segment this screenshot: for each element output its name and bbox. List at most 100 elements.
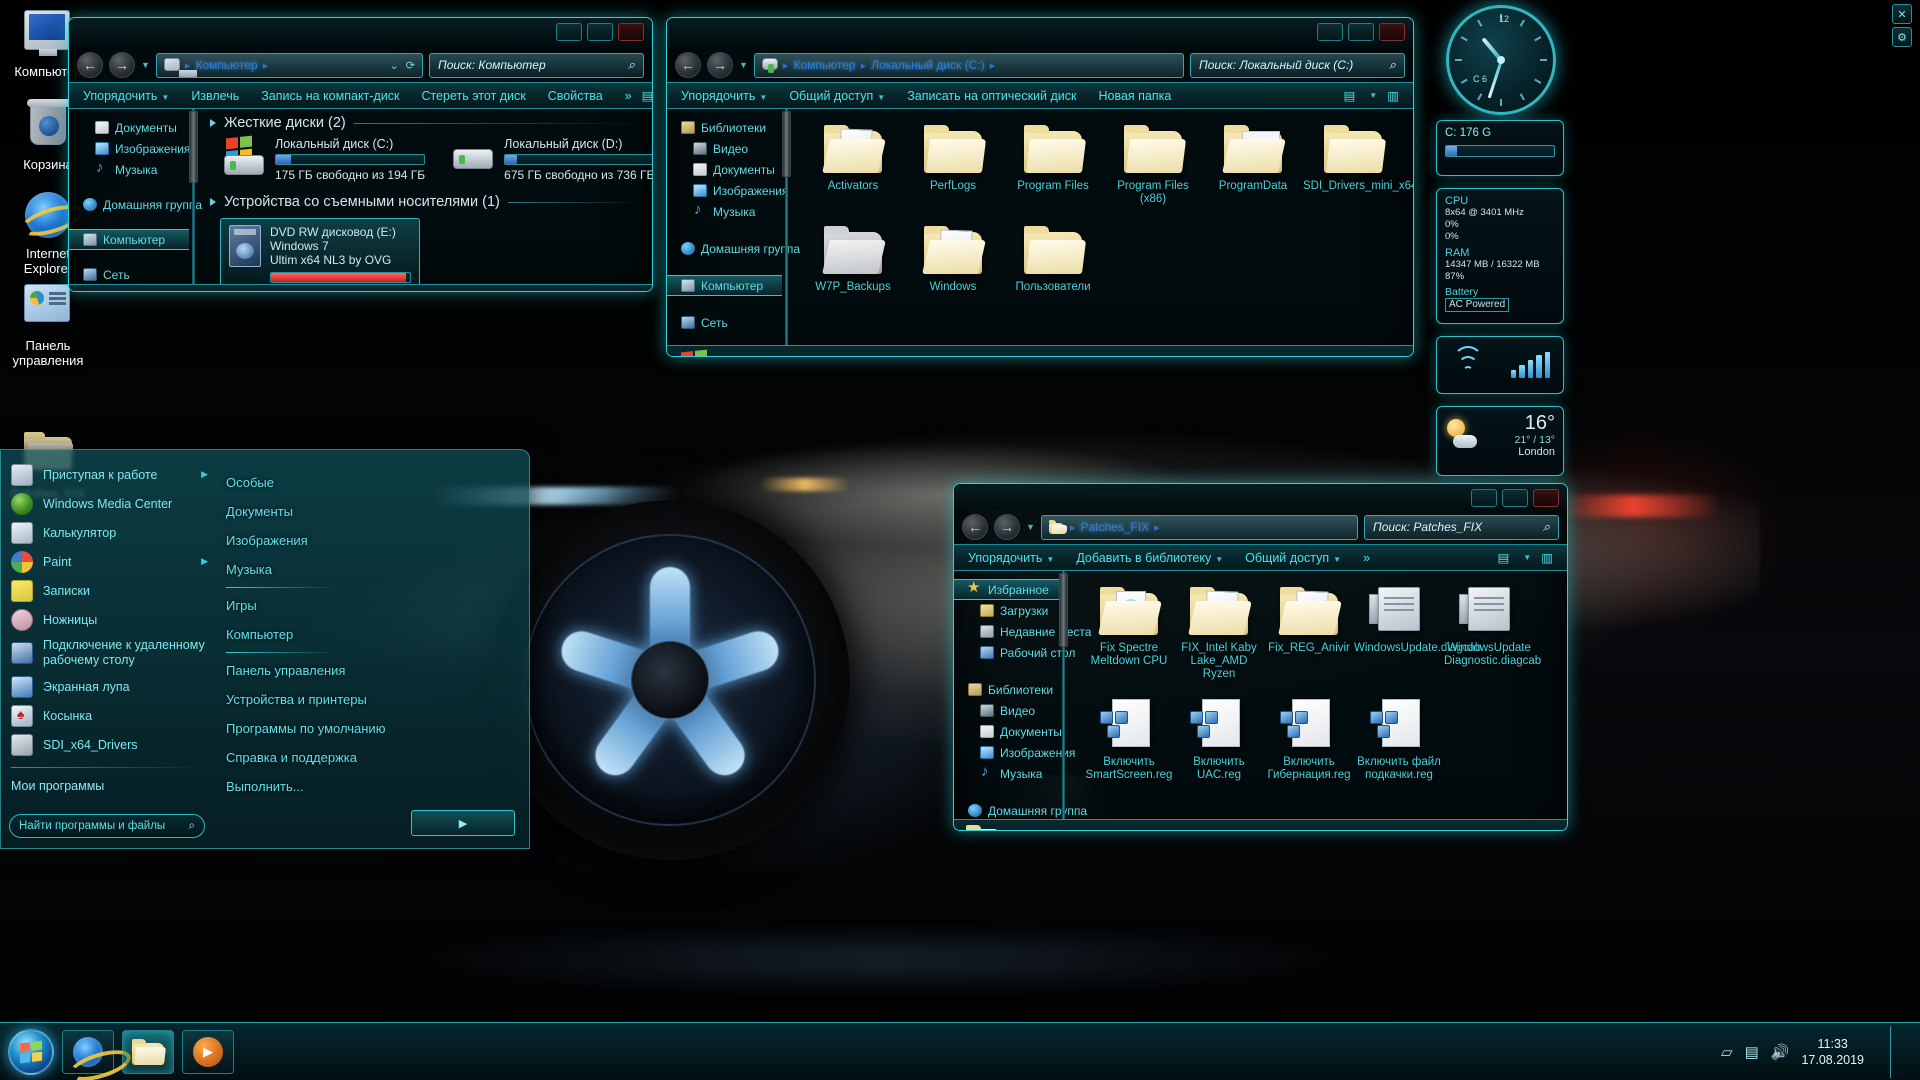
start-right-item-special[interactable]: Особые	[226, 468, 515, 497]
breadcrumb-root[interactable]: Patches_FIX	[1080, 520, 1149, 534]
nav-item-documents[interactable]: Документы	[69, 117, 189, 138]
maximize-button[interactable]	[587, 23, 613, 41]
window-local-disk[interactable]: ← → ▼ ▸ Компьютер ▸ Локальный диск (C:) …	[666, 17, 1414, 357]
toolbar-burn-disc[interactable]: Записать на оптический диск	[907, 89, 1076, 103]
nav-pane-scrollbar[interactable]	[1059, 571, 1068, 819]
start-right-item-control-panel[interactable]: Панель управления	[226, 656, 515, 685]
toolbar-share[interactable]: Общий доступ▼	[1245, 551, 1341, 565]
shutdown-button[interactable]: ▶	[411, 810, 515, 836]
nav-item-documents[interactable]: Документы	[954, 721, 1059, 742]
minimize-button[interactable]	[556, 23, 582, 41]
start-right-item-pictures[interactable]: Изображения	[226, 526, 515, 555]
address-bar-computer[interactable]: ▸ Компьютер ▸ ⌄ ⟳	[156, 53, 423, 78]
scrollbar-thumb[interactable]	[189, 111, 198, 183]
start-all-programs[interactable]: Мои программы	[1, 774, 216, 798]
start-right-item-devices-printers[interactable]: Устройства и принтеры	[226, 685, 515, 714]
sidebar-options-icon[interactable]: ⚙	[1892, 27, 1912, 47]
recent-pages-caret-icon[interactable]: ▼	[141, 60, 150, 70]
file-item[interactable]: W7P_Backups	[803, 220, 903, 294]
file-item[interactable]: WindowsUpdate.diagcab	[1354, 581, 1444, 681]
start-item-paint[interactable]: Paint▶	[1, 547, 216, 576]
titlebar-patches-fix[interactable]	[954, 484, 1567, 510]
view-mode-icon[interactable]: ▤	[1343, 88, 1355, 103]
nav-item-homegroup[interactable]: Домашняя группа	[954, 800, 1059, 821]
file-item[interactable]: Включить файл подкачки.reg	[1354, 695, 1444, 782]
back-button[interactable]: ←	[77, 52, 103, 78]
view-caret-icon[interactable]: ▼	[1523, 553, 1531, 562]
forward-button[interactable]: →	[994, 514, 1020, 540]
toolbar-organize[interactable]: Упорядочить▼	[968, 551, 1054, 565]
maximize-button[interactable]	[1348, 23, 1374, 41]
taskbar-button-explorer[interactable]	[122, 1030, 174, 1074]
sidebar-close-icon[interactable]: ✕	[1892, 4, 1912, 24]
recent-pages-caret-icon[interactable]: ▼	[739, 60, 748, 70]
forward-button[interactable]: →	[707, 52, 733, 78]
scrollbar-thumb[interactable]	[782, 111, 791, 177]
search-input-computer[interactable]: Поиск: Компьютер ⌕	[429, 53, 644, 78]
chevron-right-icon[interactable]: ▶	[201, 556, 208, 567]
titlebar-local-disk[interactable]	[667, 18, 1413, 48]
file-item[interactable]: Windows	[903, 220, 1003, 294]
file-item[interactable]: PerfLogs	[903, 119, 1003, 206]
drive-item-c[interactable]: Локальный диск (C:) 175 ГБ свободно из 1…	[222, 137, 425, 182]
toolbar-eject[interactable]: Извлечь	[191, 89, 239, 103]
chevron-right-icon[interactable]: ▶	[201, 469, 208, 480]
start-right-item-computer[interactable]: Компьютер	[226, 620, 515, 649]
toolbar-burn-cd[interactable]: Запись на компакт-диск	[261, 89, 399, 103]
address-bar-local-disk[interactable]: ▸ Компьютер ▸ Локальный диск (C:) ▸	[754, 53, 1184, 78]
nav-item-music[interactable]: Музыка	[667, 201, 782, 222]
taskbar-clock[interactable]: 11:33 17.08.2019	[1801, 1036, 1878, 1068]
start-item-calculator[interactable]: Калькулятор	[1, 518, 216, 547]
clock-gadget[interactable]: 12 C 6	[1446, 5, 1556, 115]
group-header-hard-disks[interactable]: Жесткие диски (2)	[198, 109, 652, 133]
nav-item-network[interactable]: Сеть	[667, 312, 782, 333]
nav-item-computer[interactable]: Компьютер	[69, 229, 189, 250]
file-item[interactable]: Пользователи	[1003, 220, 1103, 294]
scrollbar-thumb[interactable]	[1059, 573, 1068, 647]
start-item-solitaire[interactable]: Косынка	[1, 701, 216, 730]
start-orb-button[interactable]	[8, 1029, 54, 1075]
recent-pages-caret-icon[interactable]: ▼	[1026, 522, 1035, 532]
volume-icon[interactable]: 🔊	[1771, 1043, 1790, 1061]
nav-item-music[interactable]: Музыка	[954, 763, 1059, 784]
back-button[interactable]: ←	[962, 514, 988, 540]
breadcrumb-child[interactable]: Локальный диск (C:)	[871, 58, 985, 72]
nav-item-computer[interactable]: Компьютер	[667, 275, 782, 296]
nav-pane-scrollbar[interactable]	[782, 109, 791, 345]
start-item-sdi-drivers[interactable]: SDI_x64_Drivers	[1, 730, 216, 759]
nav-item-libraries[interactable]: Библиотеки	[667, 117, 782, 138]
chevron-right-icon[interactable]: ▶	[459, 817, 467, 830]
minimize-button[interactable]	[1317, 23, 1343, 41]
file-item[interactable]: Program Files	[1003, 119, 1103, 206]
close-button[interactable]	[618, 23, 644, 41]
show-hidden-icons-icon[interactable]: ▱	[1721, 1043, 1733, 1061]
preview-pane-icon[interactable]: ▥	[1387, 88, 1399, 103]
start-item-remote-desktop[interactable]: Подключение к удаленному рабочему столу	[1, 634, 216, 672]
nav-item-pictures[interactable]: Изображения	[667, 180, 782, 201]
system-monitor-gadget[interactable]: CPU 8x64 @ 3401 MHz 0% 0% RAM 14347 MB /…	[1436, 188, 1564, 324]
file-item[interactable]: SUS ProgramData	[1203, 119, 1303, 206]
file-item[interactable]: Включить UAC.reg	[1174, 695, 1264, 782]
toolbar-new-folder[interactable]: Новая папка	[1098, 89, 1171, 103]
start-item-magnifier[interactable]: Экранная лупа	[1, 672, 216, 701]
start-right-item-documents[interactable]: Документы	[226, 497, 515, 526]
address-bar-patches-fix[interactable]: ▸ Patches_FIX ▸	[1041, 515, 1358, 540]
start-right-item-default-programs[interactable]: Программы по умолчанию	[226, 714, 515, 743]
view-caret-icon[interactable]: ▼	[1369, 91, 1377, 100]
toolbar-share[interactable]: Общий доступ▼	[789, 89, 885, 103]
start-right-item-music[interactable]: Музыка	[226, 555, 515, 584]
search-input-local-disk[interactable]: Поиск: Локальный диск (C:) ⌕	[1190, 53, 1405, 78]
breadcrumb-root[interactable]: Компьютер	[793, 58, 855, 72]
show-desktop-button[interactable]	[1890, 1026, 1902, 1078]
refresh-icon[interactable]: ⟳	[406, 59, 415, 72]
nav-item-pictures[interactable]: Изображения	[69, 138, 189, 159]
file-item[interactable]: Включить SmartScreen.reg	[1084, 695, 1174, 782]
group-header-removable[interactable]: Устройства со съемными носителями (1)	[198, 188, 652, 212]
close-button[interactable]	[1379, 23, 1405, 41]
nav-item-recent-places[interactable]: Недавние места	[954, 621, 1059, 642]
start-menu[interactable]: Приступая к работе▶ Windows Media Center…	[0, 449, 530, 849]
window-patches-fix[interactable]: ← → ▼ ▸ Patches_FIX ▸ Поиск: Patches_FIX…	[953, 483, 1568, 831]
toolbar-erase-disc[interactable]: Стереть этот диск	[421, 89, 525, 103]
nav-item-libraries[interactable]: Библиотеки	[954, 679, 1059, 700]
minimize-button[interactable]	[1471, 489, 1497, 507]
